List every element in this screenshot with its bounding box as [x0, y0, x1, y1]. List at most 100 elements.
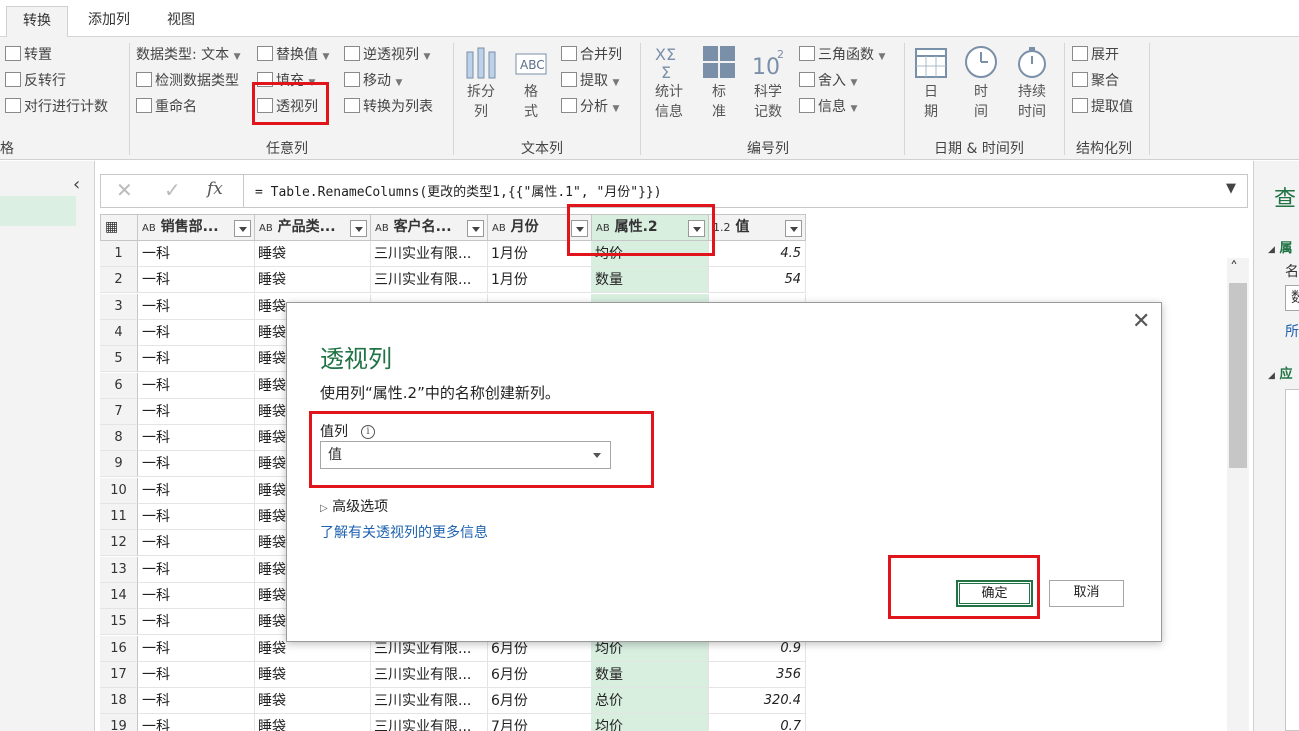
table-cell[interactable]: 一科 — [138, 582, 255, 609]
table-cell[interactable]: 6月份 — [487, 661, 592, 688]
rename-button[interactable]: 重命名 — [136, 98, 197, 116]
fx-icon[interactable]: fx — [207, 179, 223, 199]
expand-button[interactable]: 展开 — [1072, 46, 1119, 64]
table-cell[interactable]: 一科 — [138, 714, 255, 731]
table-cell[interactable]: 三川实业有限... — [370, 688, 488, 715]
formula-input[interactable]: = Table.RenameColumns(更改的类型1,{{"属性.1", "… — [255, 181, 662, 200]
transpose-button[interactable]: 转置 — [5, 46, 52, 64]
table-cell[interactable]: 一科 — [138, 609, 255, 636]
table-cell[interactable]: 数量 — [591, 661, 709, 688]
table-cell[interactable]: 三川实业有限... — [370, 241, 488, 267]
table-cell[interactable]: 一科 — [138, 556, 255, 583]
table-cell[interactable]: 一科 — [138, 477, 255, 504]
table-cell[interactable]: 一科 — [138, 661, 255, 688]
table-cell[interactable]: 睡袋 — [254, 241, 371, 267]
aggregate-button[interactable]: 聚合 — [1072, 72, 1119, 90]
table-cell[interactable]: 一科 — [138, 635, 255, 662]
table-cell[interactable]: 54 — [708, 267, 806, 294]
table-cell[interactable]: 一科 — [138, 688, 255, 715]
column-header[interactable]: AB 销售部... — [137, 214, 255, 241]
learn-more-link[interactable]: 了解有关透视列的更多信息 — [320, 522, 488, 542]
standard-button[interactable]: 标准 — [699, 44, 739, 122]
move-button[interactable]: 移动 ▼ — [344, 72, 402, 92]
expand-formula-chevron-icon[interactable]: ▼ — [1226, 181, 1236, 196]
replace-values-button[interactable]: 替换值 ▼ — [257, 46, 329, 66]
check-icon[interactable]: ✓ — [164, 178, 181, 202]
column-header[interactable]: 1.2 值 — [708, 214, 806, 241]
column-filter-dropdown[interactable] — [234, 220, 251, 237]
close-icon[interactable]: ✕ — [1132, 309, 1150, 334]
table-cell[interactable]: 一科 — [138, 398, 255, 425]
table-cell[interactable]: 三川实业有限... — [370, 714, 488, 731]
table-cell[interactable]: 7月份 — [487, 714, 592, 731]
all-properties-link[interactable]: 所 — [1285, 321, 1299, 341]
split-column-button[interactable]: 拆分列 — [462, 44, 500, 122]
parse-button[interactable]: 分析 ▼ — [561, 98, 619, 118]
table-cell[interactable]: 睡袋 — [254, 714, 371, 731]
advanced-options-toggle[interactable]: ▷ 高级选项 — [320, 496, 388, 516]
table-menu-icon[interactable]: ▦ — [100, 214, 138, 241]
table-cell[interactable]: 睡袋 — [254, 267, 371, 294]
extract-values-button[interactable]: 提取值 — [1072, 98, 1133, 116]
duration-button[interactable]: 持续 时间 — [1011, 44, 1053, 122]
reverse-rows-button[interactable]: 反转行 — [5, 72, 66, 90]
table-cell[interactable]: 三川实业有限... — [370, 267, 488, 294]
properties-section[interactable]: ◢ 属 — [1268, 237, 1292, 256]
applied-steps-list[interactable] — [1285, 389, 1299, 731]
cancel-button[interactable]: 取消 — [1049, 580, 1124, 607]
statistics-button[interactable]: XΣ Σ 统计 信息 — [648, 44, 690, 122]
collapse-chevron-icon[interactable]: ‹ — [73, 174, 80, 195]
merge-columns-button[interactable]: 合并列 — [561, 46, 622, 64]
count-rows-button[interactable]: 对行进行计数 — [5, 98, 108, 116]
table-cell[interactable]: 均价 — [591, 714, 709, 731]
tab-view[interactable]: 视图 — [153, 6, 209, 37]
detect-data-type-button[interactable]: 检测数据类型 — [136, 72, 239, 90]
extract-button[interactable]: 提取 ▼ — [561, 72, 619, 92]
column-filter-dropdown[interactable] — [467, 220, 484, 237]
column-header[interactable]: AB 产品类... — [254, 214, 371, 241]
table-cell[interactable]: 320.4 — [708, 688, 806, 715]
rounding-button[interactable]: 舍入 ▼ — [799, 72, 857, 92]
table-cell[interactable]: 0.7 — [708, 714, 806, 731]
name-input[interactable]: 数 — [1285, 285, 1299, 311]
table-cell[interactable]: 6月份 — [487, 688, 592, 715]
table-cell[interactable]: 总价 — [591, 688, 709, 715]
time-button[interactable]: 时间 — [961, 44, 1001, 122]
table-cell[interactable]: 一科 — [138, 267, 255, 294]
number-info-button[interactable]: 信息 ▼ — [799, 98, 857, 118]
applied-steps-section[interactable]: ◢ 应 — [1268, 363, 1292, 382]
table-cell[interactable]: 一科 — [138, 504, 255, 530]
table-cell[interactable]: 一科 — [138, 293, 255, 320]
table-cell[interactable]: 1月份 — [487, 267, 592, 294]
unpivot-columns-button[interactable]: 逆透视列 ▼ — [344, 46, 430, 66]
table-cell[interactable]: 睡袋 — [254, 661, 371, 688]
table-cell[interactable]: 一科 — [138, 319, 255, 346]
convert-to-list-button[interactable]: 转换为列表 — [344, 98, 433, 116]
column-header[interactable]: AB 客户名... — [370, 214, 488, 241]
table-cell[interactable]: 4.5 — [708, 241, 806, 267]
format-button[interactable]: ABC 格式 — [512, 44, 550, 122]
column-filter-dropdown[interactable] — [350, 220, 367, 237]
trigonometry-button[interactable]: 三角函数 ▼ — [799, 46, 885, 66]
table-cell[interactable]: 一科 — [138, 530, 255, 557]
selected-query[interactable] — [0, 196, 76, 226]
scientific-button[interactable]: 10 2 科学 记数 — [747, 44, 789, 122]
tab-transform[interactable]: 转换 — [6, 6, 68, 37]
table-cell[interactable]: 356 — [708, 661, 806, 688]
scroll-up-icon[interactable]: ˄ — [1230, 258, 1238, 277]
table-cell[interactable]: 三川实业有限... — [370, 661, 488, 688]
cancel-x-icon[interactable]: ✕ — [116, 178, 133, 202]
column-filter-dropdown[interactable] — [785, 220, 802, 237]
table-cell[interactable]: 睡袋 — [254, 688, 371, 715]
reverse-rows-icon — [5, 72, 21, 87]
table-cell[interactable]: 一科 — [138, 346, 255, 373]
table-cell[interactable]: 一科 — [138, 372, 255, 399]
tab-add-column[interactable]: 添加列 — [75, 6, 143, 37]
table-cell[interactable]: 一科 — [138, 425, 255, 452]
date-button[interactable]: 日期 — [912, 44, 950, 122]
table-cell[interactable]: 一科 — [138, 241, 255, 267]
data-type-dropdown[interactable]: 数据类型: 文本 ▼ — [136, 46, 241, 66]
scrollbar-thumb[interactable] — [1229, 283, 1247, 468]
table-cell[interactable]: 数量 — [591, 267, 709, 294]
table-cell[interactable]: 一科 — [138, 451, 255, 478]
